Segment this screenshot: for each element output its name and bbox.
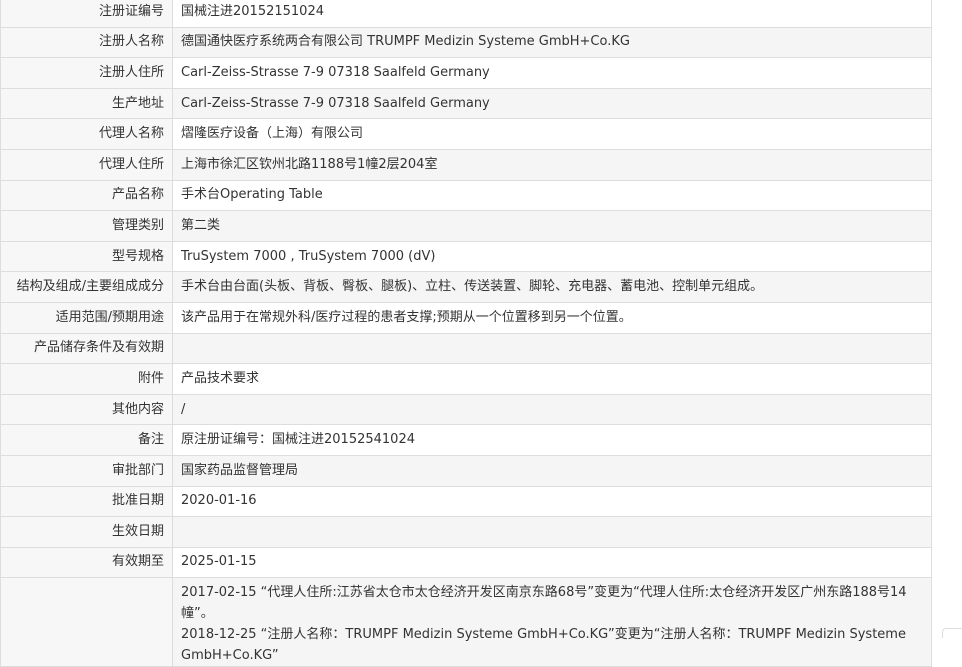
field-label-approval-date: 批准日期	[0, 485, 173, 518]
field-value-structure-composition: 手术台由台面(头板、背板、臀板、腿板)、立柱、传送装置、脚轮、充电器、蓄电池、控…	[172, 271, 932, 303]
field-value-model-spec: TruSystem 7000 , TruSystem 7000 (dV)	[172, 240, 932, 273]
field-value-valid-until: 2025-01-15	[172, 546, 932, 579]
table-row: 代理人住所 上海市徐汇区钦州北路1188号1幢2层204室	[0, 148, 932, 181]
table-row: 结构及组成/主要组成成分 手术台由台面(头板、背板、臀板、腿板)、立柱、传送装置…	[0, 271, 932, 303]
field-value-agent-address: 上海市徐汇区钦州北路1188号1幢2层204室	[172, 148, 932, 181]
field-value-approval-date: 2020-01-16	[172, 485, 932, 518]
field-label-intended-use: 适用范围/预期用途	[0, 301, 173, 334]
field-value-storage-validity	[172, 332, 932, 365]
field-value-registrant-name: 德国通快医疗系统两合有限公司 TRUMPF Medizin Systeme Gm…	[172, 26, 932, 59]
field-label-structure-composition: 结构及组成/主要组成成分	[0, 271, 173, 303]
change-history-entry: 2017-02-15 “代理人住所:江苏省太仓市太仓经济开发区南京东路68号”变…	[181, 585, 907, 622]
field-label-agent-name: 代理人名称	[0, 118, 173, 150]
table-row: 2017-02-15 “代理人住所:江苏省太仓市太仓经济开发区南京东路68号”变…	[0, 577, 932, 667]
table-row: 适用范围/预期用途 该产品用于在常规外科/医疗过程的患者支撑;预期从一个位置移到…	[0, 301, 932, 334]
table-row: 型号规格 TruSystem 7000 , TruSystem 7000 (dV…	[0, 240, 932, 273]
field-value-management-category: 第二类	[172, 210, 932, 242]
field-label-remarks: 备注	[0, 424, 173, 456]
field-label-product-name: 产品名称	[0, 179, 173, 212]
field-label-change-history	[0, 577, 173, 667]
table-row: 批准日期 2020-01-16	[0, 485, 932, 518]
table-row: 生效日期	[0, 516, 932, 548]
field-label-valid-until: 有效期至	[0, 546, 173, 579]
table-row: 注册证编号 国械注进20152151024	[0, 0, 932, 28]
table-row: 产品名称 手术台Operating Table	[0, 179, 932, 212]
field-label-registrant-address: 注册人住所	[0, 57, 173, 89]
field-value-product-name: 手术台Operating Table	[172, 179, 932, 212]
field-label-production-address: 生产地址	[0, 87, 173, 120]
field-value-registrant-address: Carl-Zeiss-Strasse 7-9 07318 Saalfeld Ge…	[172, 57, 932, 89]
registration-detail-table: 注册证编号 国械注进20152151024 注册人名称 德国通快医疗系统两合有限…	[0, 0, 932, 667]
field-label-storage-validity: 产品储存条件及有效期	[0, 332, 173, 365]
page-right-margin	[932, 0, 962, 637]
field-label-management-category: 管理类别	[0, 210, 173, 242]
table-row: 备注 原注册证编号：国械注进20152541024	[0, 424, 932, 456]
field-value-registration-number: 国械注进20152151024	[172, 0, 932, 28]
field-label-effective-date: 生效日期	[0, 516, 173, 548]
table-row: 代理人名称 熠隆医疗设备（上海）有限公司	[0, 118, 932, 150]
table-row: 注册人住所 Carl-Zeiss-Strasse 7-9 07318 Saalf…	[0, 57, 932, 89]
field-label-registrant-name: 注册人名称	[0, 26, 173, 59]
field-value-remarks: 原注册证编号：国械注进20152541024	[172, 424, 932, 456]
change-history-entry: 2018-12-25 “注册人名称：TRUMPF Medizin Systeme…	[181, 627, 906, 664]
field-value-other-content: /	[172, 393, 932, 426]
field-value-attachment: 产品技术要求	[172, 363, 932, 395]
table-row: 管理类别 第二类	[0, 210, 932, 242]
registration-detail-panel: 注册证编号 国械注进20152151024 注册人名称 德国通快医疗系统两合有限…	[0, 0, 932, 667]
table-row: 附件 产品技术要求	[0, 363, 932, 395]
field-label-attachment: 附件	[0, 363, 173, 395]
field-label-agent-address: 代理人住所	[0, 148, 173, 181]
field-label-approval-department: 审批部门	[0, 454, 173, 487]
table-row: 生产地址 Carl-Zeiss-Strasse 7-9 07318 Saalfe…	[0, 87, 932, 120]
field-label-registration-number: 注册证编号	[0, 0, 173, 28]
table-row: 产品储存条件及有效期	[0, 332, 932, 365]
table-row: 注册人名称 德国通快医疗系统两合有限公司 TRUMPF Medizin Syst…	[0, 26, 932, 59]
field-value-effective-date	[172, 516, 932, 548]
table-row: 有效期至 2025-01-15	[0, 546, 932, 579]
table-row: 审批部门 国家药品监督管理局	[0, 454, 932, 487]
table-row: 其他内容 /	[0, 393, 932, 426]
field-label-other-content: 其他内容	[0, 393, 173, 426]
field-value-change-history: 2017-02-15 “代理人住所:江苏省太仓市太仓经济开发区南京东路68号”变…	[172, 577, 932, 667]
field-value-intended-use: 该产品用于在常规外科/医疗过程的患者支撑;预期从一个位置移到另一个位置。	[172, 301, 932, 334]
field-label-model-spec: 型号规格	[0, 240, 173, 273]
field-value-agent-name: 熠隆医疗设备（上海）有限公司	[172, 118, 932, 150]
field-value-approval-department: 国家药品监督管理局	[172, 454, 932, 487]
field-value-production-address: Carl-Zeiss-Strasse 7-9 07318 Saalfeld Ge…	[172, 87, 932, 120]
